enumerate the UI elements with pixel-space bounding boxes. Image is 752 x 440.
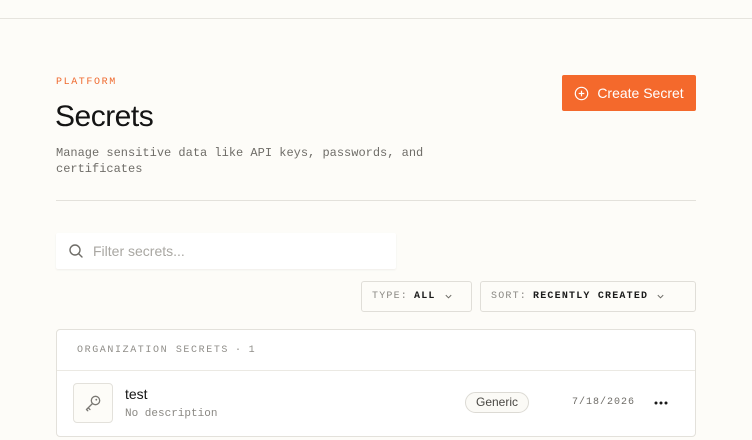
organization-secrets-panel: ORGANIZATION SECRETS · 1 test No descrip… [56, 329, 696, 437]
sort-value: RECENTLY CREATED [533, 291, 649, 302]
panel-separator: · [235, 344, 243, 356]
secret-name[interactable]: test [125, 386, 148, 402]
page-title: Secrets [55, 100, 154, 133]
create-secret-button[interactable]: Create Secret [562, 75, 696, 111]
secret-icon-box [73, 383, 113, 423]
top-bar [0, 0, 752, 19]
sort-dropdown[interactable]: SORT: RECENTLY CREATED [480, 281, 696, 312]
secret-description: No description [125, 408, 218, 420]
section-eyebrow: PLATFORM [56, 77, 117, 88]
create-secret-label: Create Secret [597, 85, 684, 101]
secret-created-date: 7/18/2026 [572, 397, 636, 408]
type-filter-value: ALL [414, 291, 436, 302]
sort-key: SORT: [491, 291, 528, 302]
panel-header: ORGANIZATION SECRETS · 1 [57, 330, 695, 371]
chevron-down-icon [657, 294, 664, 299]
plus-circle-icon [575, 86, 589, 100]
key-icon [85, 395, 101, 412]
type-filter-key: TYPE: [372, 291, 409, 302]
type-filter-dropdown[interactable]: TYPE: ALL [361, 281, 472, 312]
chevron-down-icon [445, 294, 452, 299]
search-box [56, 233, 396, 269]
more-horizontal-icon [654, 401, 668, 405]
search-icon [69, 244, 83, 258]
search-input[interactable] [93, 233, 383, 269]
secret-type-badge: Generic [465, 392, 530, 413]
page-description: Manage sensitive data like API keys, pas… [56, 146, 424, 176]
panel-heading: ORGANIZATION SECRETS [77, 344, 230, 356]
secret-count: 1 [248, 344, 257, 356]
header-divider [56, 200, 696, 201]
secret-row[interactable]: test No description Generic 7/18/2026 [57, 371, 695, 436]
row-actions-button[interactable] [649, 392, 673, 414]
